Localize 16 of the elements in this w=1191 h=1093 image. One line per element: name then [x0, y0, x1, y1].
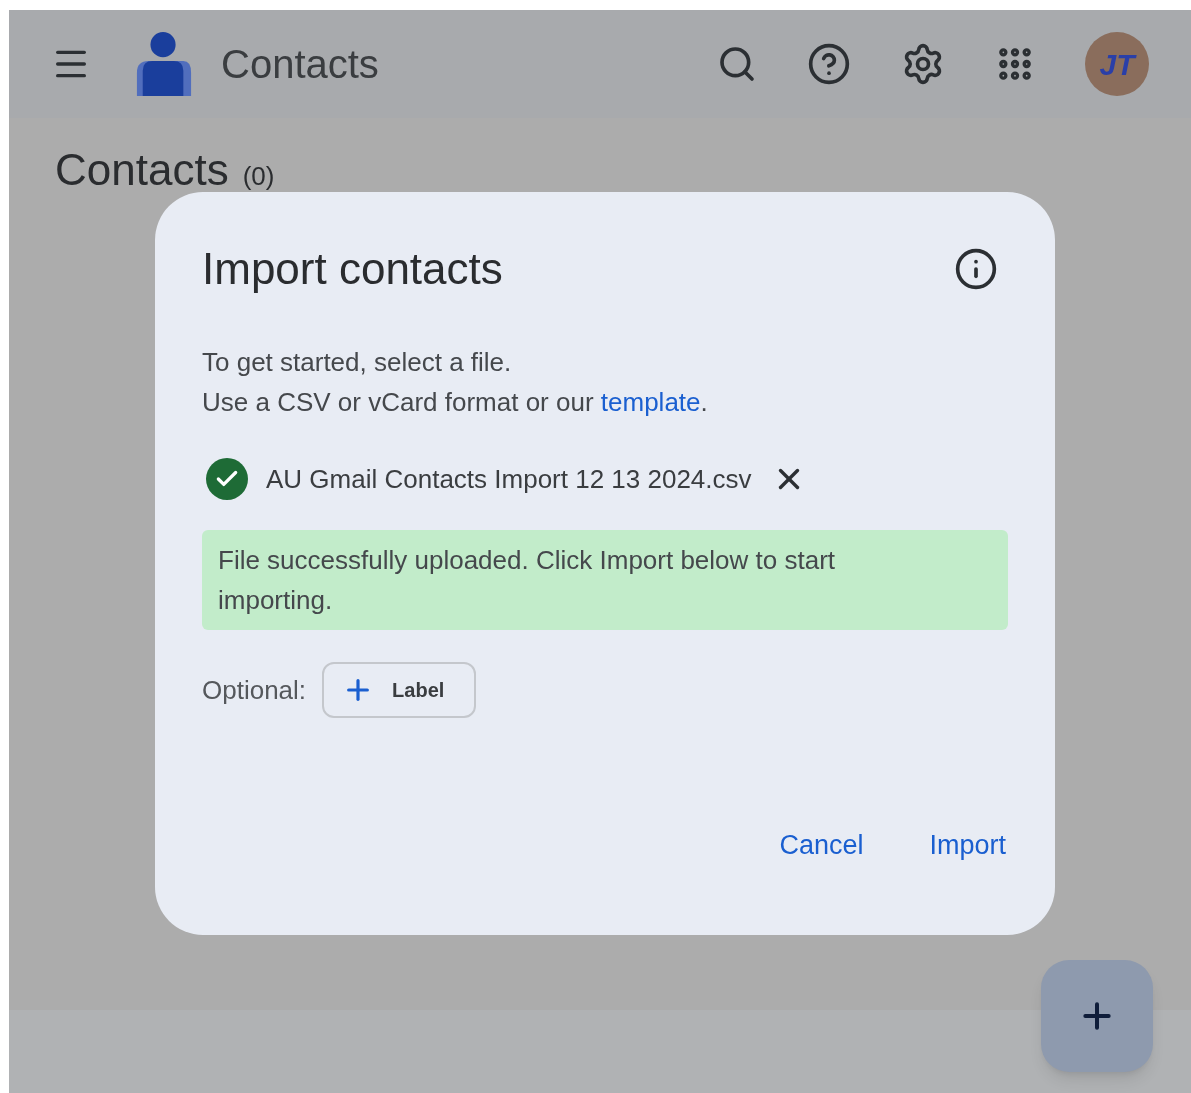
file-name: AU Gmail Contacts Import 12 13 2024.csv: [266, 462, 752, 496]
template-link[interactable]: template: [600, 387, 701, 417]
dialog-button[interactable]: Import: [907, 816, 1028, 873]
contact-count: (0): [242, 163, 275, 189]
success-message: File successfully uploaded. Click Import below to start importing.: [202, 530, 1008, 630]
dialog-button[interactable]: Cancel: [757, 816, 886, 873]
search-icon[interactable]: [717, 44, 757, 84]
instructions-text: To get started, select a file. Use a CSV or vCard format or our template.: [202, 346, 709, 419]
help-icon[interactable]: [807, 42, 851, 86]
person-icon: [135, 30, 193, 98]
info-icon[interactable]: [954, 247, 998, 291]
page-heading: Contacts: [55, 148, 229, 192]
optional-label: Optional:: [202, 673, 307, 707]
add-label-button[interactable]: Label: [322, 662, 477, 718]
dialog-title: Import contacts: [202, 243, 503, 295]
app-title: Contacts: [221, 41, 379, 88]
